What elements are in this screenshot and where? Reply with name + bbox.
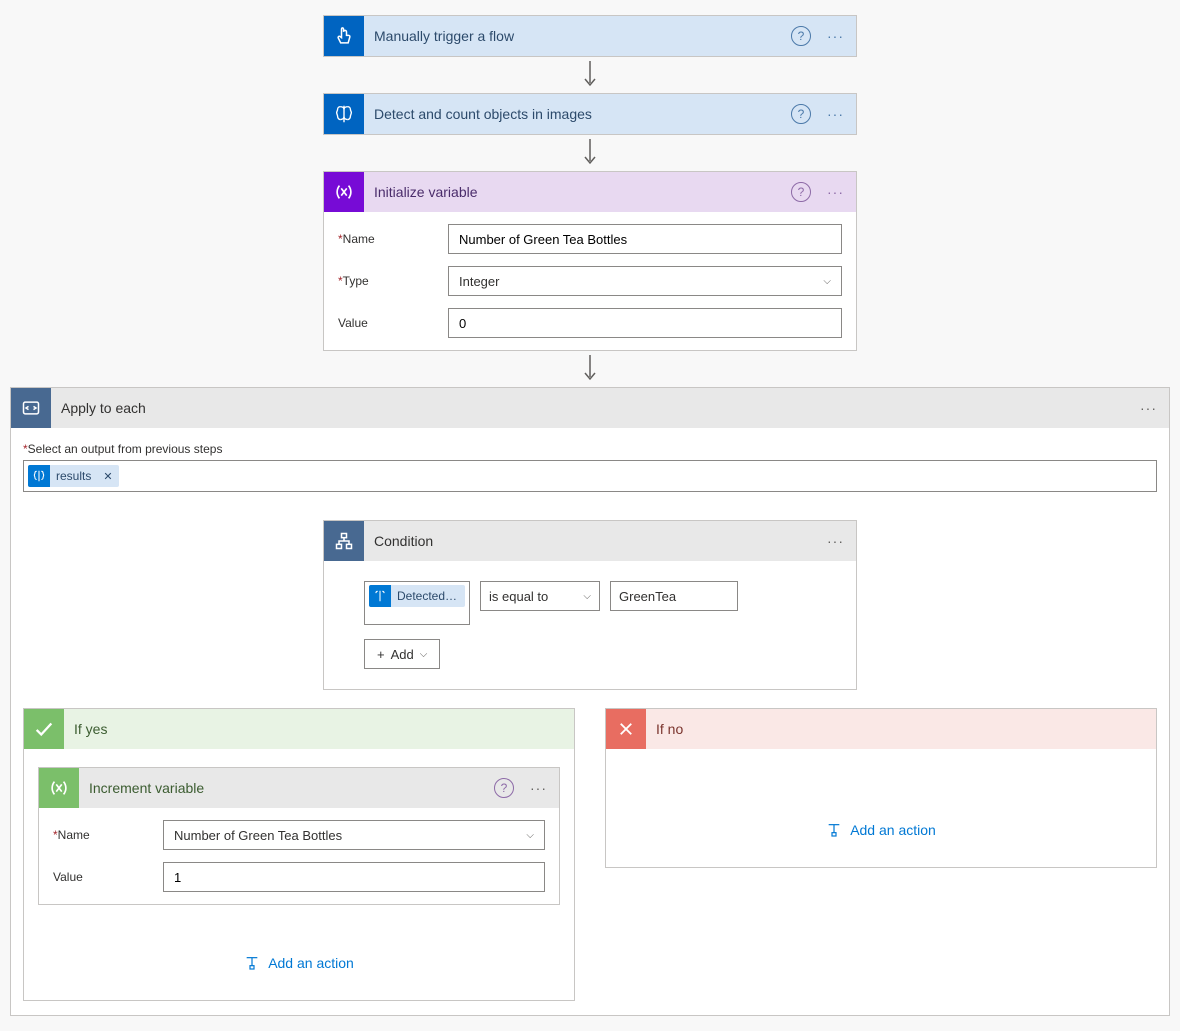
if-yes-header[interactable]: If yes bbox=[24, 709, 574, 749]
more-icon[interactable]: ··· bbox=[1134, 400, 1169, 416]
branch-title: If yes bbox=[64, 721, 107, 737]
token-icon bbox=[28, 465, 50, 487]
type-select[interactable]: Integer ⌵ bbox=[448, 266, 842, 296]
more-icon[interactable]: ··· bbox=[821, 184, 856, 200]
branch-if-yes: If yes Increment variable bbox=[23, 708, 575, 1001]
step-title: Apply to each bbox=[51, 400, 1134, 416]
help-icon[interactable]: ? bbox=[791, 182, 811, 202]
step-increment-variable[interactable]: Increment variable ? ··· *Name Number of… bbox=[38, 767, 560, 905]
name-field[interactable] bbox=[448, 224, 842, 254]
more-icon[interactable]: ··· bbox=[821, 28, 856, 44]
more-icon[interactable]: ··· bbox=[821, 533, 856, 549]
step-title: Detect and count objects in images bbox=[364, 106, 791, 122]
arrow-icon bbox=[583, 139, 597, 167]
arrow-icon bbox=[583, 355, 597, 383]
token-results[interactable]: results ✕ bbox=[28, 465, 119, 487]
step-title: Manually trigger a flow bbox=[364, 28, 791, 44]
condition-right-operand[interactable]: GreenTea bbox=[610, 581, 738, 611]
condition-left-operand[interactable]: Detected… ✕ bbox=[364, 581, 470, 625]
add-action-button[interactable]: Add an action bbox=[38, 905, 560, 986]
more-icon[interactable]: ··· bbox=[524, 780, 559, 796]
check-icon bbox=[24, 709, 64, 749]
value-field[interactable] bbox=[448, 308, 842, 338]
chevron-down-icon: ⌵ bbox=[420, 649, 428, 660]
value-label: Value bbox=[53, 870, 163, 884]
condition-operator-select[interactable]: is equal to ⌵ bbox=[480, 581, 600, 611]
step-title: Increment variable bbox=[79, 780, 494, 796]
token-icon bbox=[369, 585, 391, 607]
branch-title: If no bbox=[646, 721, 683, 737]
step-initialize-variable[interactable]: Initialize variable ? ··· *Name *Type In… bbox=[323, 171, 857, 351]
token-remove[interactable]: ✕ bbox=[97, 470, 118, 483]
select-output-field[interactable]: results ✕ bbox=[23, 460, 1157, 492]
chevron-down-icon: ⌵ bbox=[823, 276, 831, 287]
apply-each-header[interactable]: Apply to each ··· bbox=[11, 388, 1169, 428]
name-label: *Name bbox=[338, 232, 448, 246]
name-label: *Name bbox=[53, 828, 163, 842]
step-title: Initialize variable bbox=[364, 184, 791, 200]
touch-icon bbox=[324, 16, 364, 56]
arrow-icon bbox=[583, 61, 597, 89]
help-icon[interactable]: ? bbox=[791, 26, 811, 46]
if-no-header[interactable]: If no bbox=[606, 709, 1156, 749]
variable-icon bbox=[324, 172, 364, 212]
chevron-down-icon: ⌵ bbox=[526, 830, 534, 841]
close-icon bbox=[606, 709, 646, 749]
step-apply-to-each: Apply to each ··· *Select an output from… bbox=[10, 387, 1170, 1016]
add-action-icon bbox=[244, 955, 260, 971]
brain-icon bbox=[324, 94, 364, 134]
plus-icon: + bbox=[377, 647, 385, 662]
help-icon[interactable]: ? bbox=[791, 104, 811, 124]
add-action-icon bbox=[826, 822, 842, 838]
loop-icon bbox=[11, 388, 51, 428]
condition-icon bbox=[324, 521, 364, 561]
type-label: *Type bbox=[338, 274, 448, 288]
token-remove[interactable]: ✕ bbox=[463, 590, 465, 603]
add-condition-button[interactable]: + Add ⌵ bbox=[364, 639, 440, 669]
add-action-button[interactable]: Add an action bbox=[620, 767, 1142, 853]
step-condition: Condition ··· Detected… ✕ bbox=[323, 520, 857, 690]
step-title: Condition bbox=[364, 533, 821, 549]
value-field[interactable] bbox=[163, 862, 545, 892]
chevron-down-icon: ⌵ bbox=[583, 591, 591, 602]
token-detected[interactable]: Detected… ✕ bbox=[369, 585, 465, 607]
help-icon[interactable]: ? bbox=[494, 778, 514, 798]
branch-if-no: If no Add an action bbox=[605, 708, 1157, 868]
name-select[interactable]: Number of Green Tea Bottles ⌵ bbox=[163, 820, 545, 850]
value-label: Value bbox=[338, 316, 448, 330]
step-detect[interactable]: Detect and count objects in images ? ··· bbox=[323, 93, 857, 135]
condition-header[interactable]: Condition ··· bbox=[324, 521, 856, 561]
select-output-label: *Select an output from previous steps bbox=[23, 442, 1157, 456]
more-icon[interactable]: ··· bbox=[821, 106, 856, 122]
variable-icon bbox=[39, 768, 79, 808]
step-trigger[interactable]: Manually trigger a flow ? ··· bbox=[323, 15, 857, 57]
